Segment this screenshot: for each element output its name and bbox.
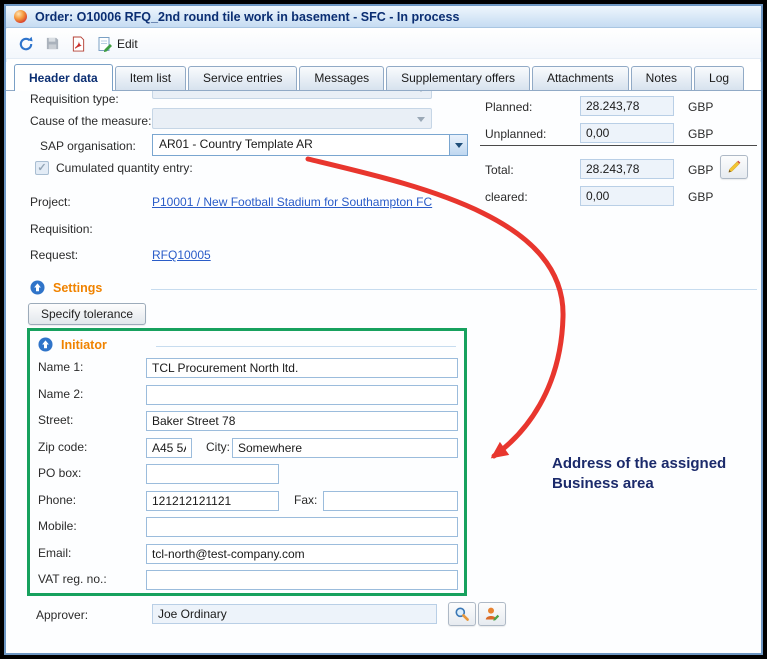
pdf-icon bbox=[71, 36, 86, 52]
email-field[interactable] bbox=[146, 544, 458, 564]
name1-label: Name 1: bbox=[38, 360, 83, 374]
cumulated-quantity-checkbox: ✓ bbox=[35, 161, 49, 175]
city-label: City: bbox=[206, 440, 230, 454]
vat-reg-no-label: VAT reg. no.: bbox=[38, 572, 107, 586]
save-button[interactable] bbox=[45, 36, 60, 51]
tab-service-entries[interactable]: Service entries bbox=[188, 66, 297, 90]
tab-strip: Header data Item list Service entries Me… bbox=[6, 62, 761, 91]
approver-user-edit-button[interactable] bbox=[478, 602, 506, 626]
approver-search-button[interactable] bbox=[448, 602, 476, 626]
collapse-arrow-icon[interactable] bbox=[38, 337, 53, 352]
annotation-text: Address of the assigned Business area bbox=[552, 454, 730, 494]
pdf-button[interactable] bbox=[71, 36, 86, 52]
project-link[interactable]: P10001 / New Football Stadium for Southa… bbox=[152, 195, 432, 209]
request-label: Request: bbox=[30, 248, 78, 262]
settings-section-title: Settings bbox=[53, 281, 102, 295]
cumulated-quantity-label: Cumulated quantity entry: bbox=[56, 161, 193, 175]
edit-total-button[interactable] bbox=[720, 155, 748, 179]
planned-amount-field bbox=[580, 96, 674, 116]
chevron-down-icon bbox=[417, 91, 425, 92]
mobile-field[interactable] bbox=[146, 517, 458, 537]
cause-of-measure-label: Cause of the measure: bbox=[30, 114, 151, 128]
unplanned-amount-field bbox=[580, 123, 674, 143]
collapse-arrow-icon[interactable] bbox=[30, 280, 45, 295]
requisition-type-label: Requisition type: bbox=[30, 92, 119, 106]
zip-code-field[interactable] bbox=[146, 438, 192, 458]
refresh-icon bbox=[18, 36, 34, 52]
cleared-currency: GBP bbox=[688, 190, 713, 204]
edit-button[interactable]: Edit bbox=[97, 36, 138, 52]
dropdown-button[interactable] bbox=[449, 135, 467, 155]
application-window: Order: O10006 RFQ_2nd round tile work in… bbox=[4, 4, 763, 655]
cause-of-measure-dropdown bbox=[152, 108, 432, 129]
chevron-down-icon bbox=[417, 117, 425, 122]
vat-reg-no-field[interactable] bbox=[146, 570, 458, 590]
po-box-label: PO box: bbox=[38, 466, 81, 480]
name2-label: Name 2: bbox=[38, 387, 83, 401]
amounts-divider bbox=[480, 145, 757, 146]
street-label: Street: bbox=[38, 413, 73, 427]
planned-label: Planned: bbox=[485, 100, 532, 114]
fax-field[interactable] bbox=[323, 491, 458, 511]
sap-organisation-label: SAP organisation: bbox=[40, 139, 136, 153]
zip-code-label: Zip code: bbox=[38, 440, 87, 454]
specify-tolerance-button[interactable]: Specify tolerance bbox=[28, 303, 146, 325]
name1-field[interactable] bbox=[146, 358, 458, 378]
tab-item-list[interactable]: Item list bbox=[115, 66, 186, 90]
chevron-down-icon bbox=[455, 143, 463, 148]
initiator-section-title: Initiator bbox=[61, 338, 107, 352]
refresh-button[interactable] bbox=[18, 36, 34, 52]
total-currency: GBP bbox=[688, 163, 713, 177]
sap-organisation-dropdown[interactable]: AR01 - Country Template AR bbox=[152, 134, 468, 156]
settings-section-header: Settings bbox=[30, 280, 102, 295]
cleared-label: cleared: bbox=[485, 190, 528, 204]
email-label: Email: bbox=[38, 546, 71, 560]
tab-supplementary-offers[interactable]: Supplementary offers bbox=[386, 66, 530, 90]
fax-label: Fax: bbox=[294, 493, 317, 507]
project-label: Project: bbox=[30, 195, 71, 209]
initiator-section-header: Initiator bbox=[38, 337, 107, 352]
app-icon bbox=[14, 10, 27, 23]
request-link[interactable]: RFQ10005 bbox=[152, 248, 211, 262]
unplanned-currency: GBP bbox=[688, 127, 713, 141]
unplanned-label: Unplanned: bbox=[485, 127, 546, 141]
requisition-label: Requisition: bbox=[30, 222, 93, 236]
pencil-icon bbox=[726, 159, 742, 175]
tab-attachments[interactable]: Attachments bbox=[532, 66, 629, 90]
phone-label: Phone: bbox=[38, 493, 76, 507]
edit-button-label: Edit bbox=[117, 37, 138, 51]
settings-rule bbox=[151, 289, 757, 290]
tab-header-data[interactable]: Header data bbox=[14, 64, 113, 91]
check-icon: ✓ bbox=[37, 162, 46, 174]
tab-messages[interactable]: Messages bbox=[299, 66, 384, 90]
phone-field[interactable] bbox=[146, 491, 279, 511]
user-edit-icon bbox=[484, 606, 500, 622]
tab-notes[interactable]: Notes bbox=[631, 66, 692, 90]
street-field[interactable] bbox=[146, 411, 458, 431]
approver-label: Approver: bbox=[36, 608, 88, 622]
city-field[interactable] bbox=[232, 438, 458, 458]
sap-organisation-value: AR01 - Country Template AR bbox=[153, 135, 449, 155]
initiator-rule bbox=[156, 346, 456, 347]
save-icon bbox=[45, 36, 60, 51]
total-label: Total: bbox=[485, 163, 514, 177]
total-amount-field bbox=[580, 159, 674, 179]
search-icon bbox=[454, 606, 470, 622]
tab-log[interactable]: Log bbox=[694, 66, 744, 90]
requisition-type-dropdown bbox=[152, 91, 432, 99]
mobile-label: Mobile: bbox=[38, 519, 77, 533]
cleared-amount-field bbox=[580, 186, 674, 206]
title-bar: Order: O10006 RFQ_2nd round tile work in… bbox=[6, 6, 761, 28]
approver-field bbox=[152, 604, 437, 624]
header-data-panel: Requisition type: Cause of the measure: … bbox=[6, 91, 761, 653]
planned-currency: GBP bbox=[688, 100, 713, 114]
po-box-field[interactable] bbox=[146, 464, 279, 484]
window-title: Order: O10006 RFQ_2nd round tile work in… bbox=[35, 10, 459, 24]
name2-field[interactable] bbox=[146, 385, 458, 405]
toolbar: Edit bbox=[6, 29, 761, 59]
edit-icon bbox=[97, 36, 113, 52]
